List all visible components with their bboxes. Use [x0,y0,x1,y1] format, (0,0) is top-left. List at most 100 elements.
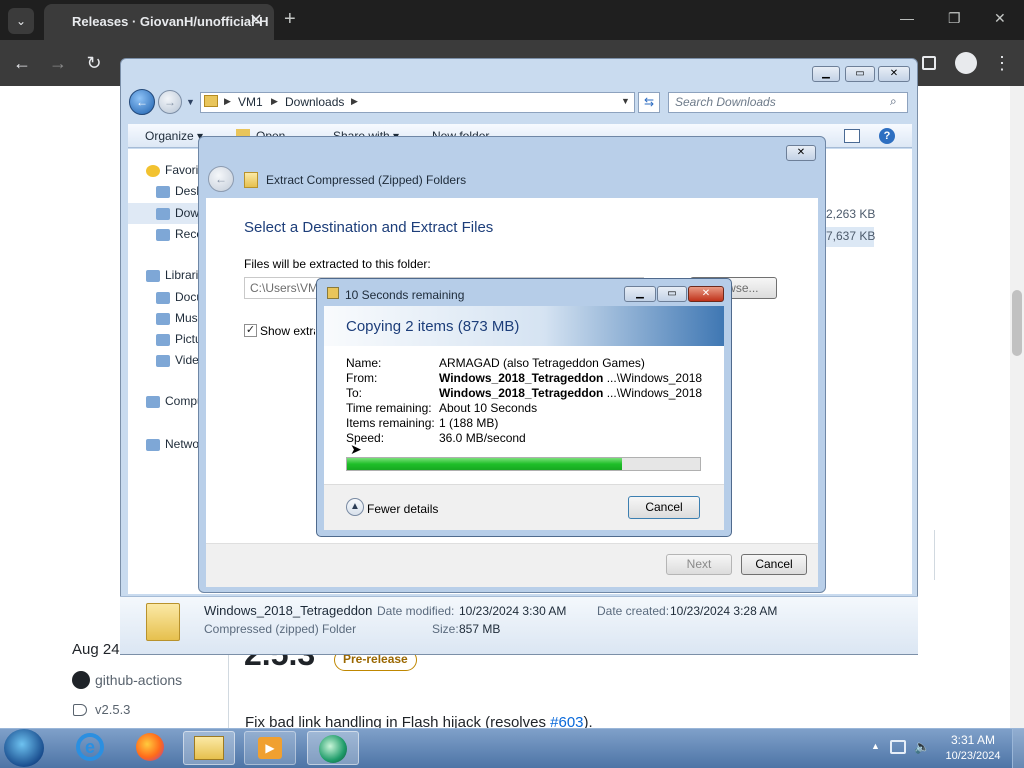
reload-icon[interactable]: ↻ [80,49,108,77]
copy-cancel-button[interactable]: Cancel [628,496,700,519]
network-tray-icon[interactable] [890,740,906,754]
preview-pane-icon[interactable] [844,129,860,143]
back-arrow-icon[interactable]: ← [8,49,36,77]
fewer-details-chevron-icon[interactable]: ▲ [346,498,364,516]
file-size-cell: 2,263 KB [826,207,876,221]
search-icon[interactable]: ⌕ [890,94,897,109]
taskbar-copy-progress[interactable] [307,731,359,765]
show-files-checkbox[interactable]: ✓ [244,324,257,337]
profile-avatar-icon[interactable] [955,52,977,74]
explorer-forward-icon[interactable]: → [158,90,182,114]
explorer-minimize-button[interactable]: ▁ [812,66,840,82]
breadcrumb-chevron-icon[interactable]: ▶ [351,96,358,107]
explorer-folder-icon [194,736,224,760]
sidebar-item[interactable]: Favorites [146,160,206,181]
copy-maximize-button[interactable]: ▭ [657,286,687,302]
sidebar-list: FavoritesDesktopDownloadsRecent PlacesLi… [146,160,206,460]
side-panel-icon[interactable] [922,56,936,70]
copy-detail-value: ARMAGAD (also Tetrageddon Games) [439,356,645,370]
new-tab-button[interactable]: + [284,8,296,31]
details-file-type: Compressed (zipped) Folder [204,622,357,636]
extract-back-icon[interactable]: ← [208,166,234,192]
copy-progress-fill [347,458,622,470]
copy-detail-location[interactable]: Windows_2018_Tetrageddon [439,386,603,400]
copy-heading: Copying 2 items (873 MB) [346,318,520,335]
release-author[interactable]: github-actions [95,672,182,688]
copy-close-button[interactable]: ✕ [688,286,724,302]
next-button[interactable]: Next [666,554,732,575]
fewer-details-link[interactable]: Fewer details [367,502,438,516]
release-tag[interactable]: v2.5.3 [95,702,130,717]
details-size-value: 857 MB [459,622,501,636]
taskbar-media-player[interactable]: ▶ [244,731,296,765]
taskbar-ie[interactable]: e [64,731,116,765]
scrollbar-thumb[interactable] [1012,290,1022,356]
show-hidden-icons-icon[interactable]: ▲ [871,741,880,751]
copy-minimize-button[interactable]: ▁ [624,286,656,302]
extract-close-button[interactable]: ✕ [786,145,816,161]
help-icon[interactable]: ? [879,128,895,144]
copy-detail-row: To: Windows_2018_Tetrageddon ...\Windows_… [346,386,702,401]
browser-tab[interactable]: Releases · GiovanH/unofficial-H [44,4,274,40]
breadcrumb-chevron-icon[interactable]: ▶ [224,96,231,107]
forward-arrow-icon[interactable]: → [44,49,72,77]
address-dropdown-icon[interactable]: ▼ [621,96,630,106]
github-icon [72,671,90,689]
window-restore-button[interactable]: ❐ [948,10,961,27]
clock-time[interactable]: 3:31 AM [943,733,1003,747]
menu-kebab-icon[interactable]: ⋮ [988,49,1016,77]
zip-folder-icon [146,603,180,641]
page-scrollbar[interactable] [1010,86,1024,728]
star-icon [146,164,160,177]
explorer-back-icon[interactable]: ← [129,89,155,115]
downloads-folder-icon [156,207,170,220]
tab-search-button[interactable]: ⌄ [8,8,34,34]
address-bar[interactable] [200,92,635,113]
sidebar-item[interactable]: Computer [146,391,206,412]
copy-detail-label: From: [346,371,378,385]
details-modified-label: Date modified: [377,604,455,618]
copy-detail-row: Speed: 36.0 MB/second [346,431,702,446]
copy-detail-rows: Name: ARMAGAD (also Tetrageddon Games) Fro… [346,356,702,448]
organize-button[interactable]: Organize ▾ [145,129,203,143]
computer-icon [146,395,160,408]
tab-close-icon[interactable]: ✕ [246,10,266,30]
copy-detail-value: 36.0 MB/second [439,431,526,445]
tag-icon [73,704,87,716]
recent-pages-dropdown-icon[interactable]: ▼ [186,97,195,107]
copy-detail-row: Time remaining: About 10 Seconds [346,401,702,416]
breadcrumb-downloads[interactable]: Downloads [285,95,344,109]
refresh-icon[interactable]: ⇆ [638,92,660,113]
details-file-name: Windows_2018_Tetrageddon [204,603,373,618]
copy-detail-path: ...\Windows_2018_T [606,371,702,385]
desktop-icon [156,185,170,198]
copy-title: 10 Seconds remaining [345,288,465,302]
copy-detail-location[interactable]: Windows_2018_Tetrageddon [439,371,603,385]
show-desktop-button[interactable] [1012,729,1024,768]
start-button[interactable] [4,729,44,767]
extract-cancel-button[interactable]: Cancel [741,554,807,575]
documents-icon [156,291,170,304]
clock-date[interactable]: 10/23/2024 [941,750,1005,762]
explorer-close-button[interactable]: ✕ [878,66,910,82]
volume-muted-icon[interactable]: 🔈 [914,739,930,755]
breadcrumb-vm1[interactable]: VM1 [238,95,263,109]
videos-icon [156,354,170,367]
search-input[interactable]: Search Downloads [668,92,908,113]
window-minimize-button[interactable]: — [900,10,914,26]
copy-detail-value: 1 (188 MB) [439,416,499,430]
media-player-icon: ▶ [258,737,282,759]
taskbar-explorer[interactable] [183,731,235,765]
copy-detail-label: Time remaining: [346,401,432,415]
tab-title: Releases · GiovanH/unofficial-H [72,14,269,29]
breadcrumb-chevron-icon[interactable]: ▶ [271,96,278,107]
copy-icon [327,287,339,299]
copy-detail-row: From: Windows_2018_Tetrageddon ...\Window… [346,371,702,386]
explorer-maximize-button[interactable]: ▭ [845,66,875,82]
window-close-button[interactable]: ✕ [994,10,1006,27]
sidebar-item[interactable]: Network [146,434,206,455]
sidebar-item[interactable]: Libraries [146,265,206,286]
taskbar-firefox[interactable] [124,731,176,765]
details-created-label: Date created: [597,604,670,618]
recent-places-icon [156,228,170,241]
